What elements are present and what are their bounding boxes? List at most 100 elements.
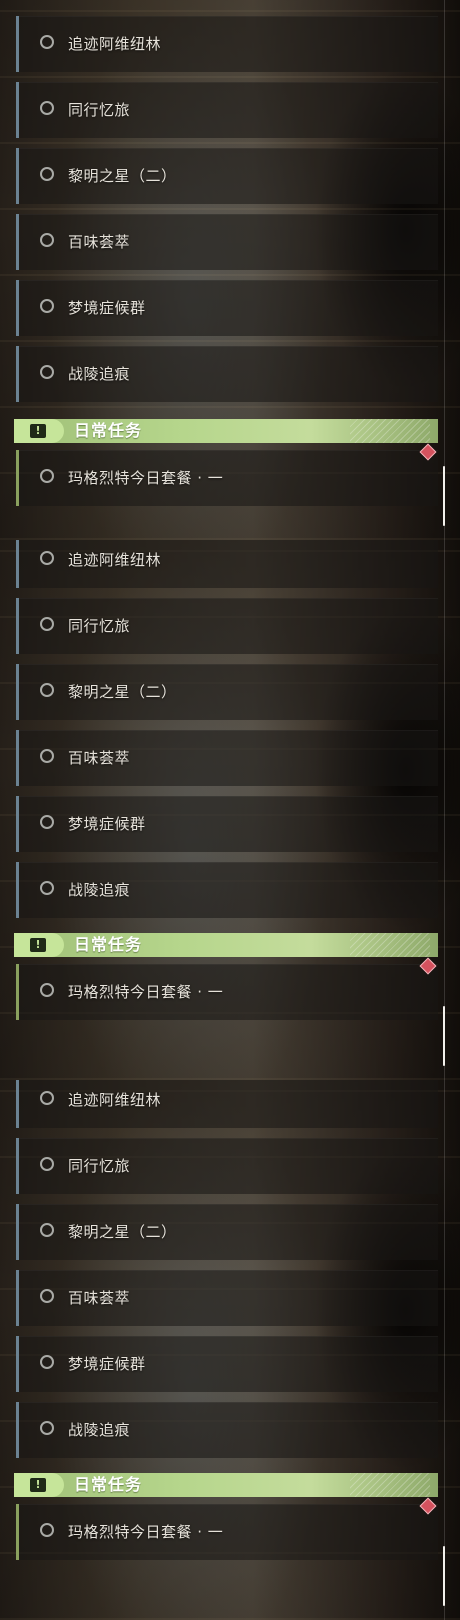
daily-tasks-header[interactable]: ! 日常任务	[14, 933, 438, 957]
quest-accent-bar	[16, 450, 19, 506]
quest-label: 追迹阿维纽林	[68, 551, 162, 569]
daily-quest-item[interactable]: 玛格烈特今日套餐 · 一	[16, 957, 438, 1020]
empty-circle-icon	[40, 815, 54, 829]
quest-label: 同行忆旅	[68, 617, 131, 635]
quest-label: 追迹阿维纽林	[68, 35, 162, 53]
quest-label: 黎明之星（二）	[68, 1223, 177, 1241]
exclamation-icon: !	[30, 424, 46, 438]
quest-accent-bar	[16, 214, 19, 270]
quest-item[interactable]: 百味荟萃	[16, 214, 438, 270]
quest-accent-bar	[16, 280, 19, 336]
quest-label: 玛格烈特今日套餐 · 一	[68, 469, 224, 487]
quest-label: 梦境症候群	[68, 1355, 146, 1373]
diamond-marker-icon	[419, 957, 437, 975]
quest-label: 战陵追痕	[68, 881, 131, 899]
empty-circle-icon	[40, 299, 54, 313]
section-icon-box: !	[14, 419, 64, 443]
quest-accent-bar	[16, 148, 19, 204]
quest-item[interactable]: 同行忆旅	[16, 598, 438, 654]
quest-accent-bar	[16, 540, 19, 588]
quest-list-panel: 追迹阿维纽林 同行忆旅 黎明之星（二） 百味荟萃 梦境症候群 战陵追痕 ! 日常…	[0, 1080, 460, 1620]
quest-item[interactable]: 黎明之星（二）	[16, 1204, 438, 1260]
quest-item[interactable]: 梦境症候群	[16, 796, 438, 852]
empty-circle-icon	[40, 35, 54, 49]
quest-accent-bar	[16, 730, 19, 786]
quest-label: 同行忆旅	[68, 1157, 131, 1175]
empty-circle-icon	[40, 1091, 54, 1105]
section-title: 日常任务	[74, 421, 143, 440]
quest-item[interactable]: 追迹阿维纽林	[16, 540, 438, 588]
quest-label: 黎明之星（二）	[68, 683, 177, 701]
empty-circle-icon	[40, 749, 54, 763]
quest-accent-bar	[16, 964, 19, 1020]
empty-circle-icon	[40, 167, 54, 181]
quest-accent-bar	[16, 346, 19, 402]
header-decoration	[350, 933, 430, 957]
quest-list-panel: 追迹阿维纽林 同行忆旅 黎明之星（二） 百味荟萃 梦境症候群 战陵追痕 ! 日常…	[0, 0, 460, 540]
quest-item[interactable]: 黎明之星（二）	[16, 664, 438, 720]
quest-item[interactable]: 同行忆旅	[16, 82, 438, 138]
scrollbar-thumb[interactable]	[443, 1006, 445, 1066]
quest-item[interactable]: 梦境症候群	[16, 1336, 438, 1392]
quest-label: 玛格烈特今日套餐 · 一	[68, 983, 224, 1001]
scrollbar-track	[444, 0, 445, 540]
header-decoration	[350, 1473, 430, 1497]
header-decoration	[350, 419, 430, 443]
quest-label: 战陵追痕	[68, 365, 131, 383]
daily-tasks-header[interactable]: ! 日常任务	[14, 1473, 438, 1497]
section-icon-box: !	[14, 1473, 64, 1497]
quest-item[interactable]: 战陵追痕	[16, 1402, 438, 1458]
empty-circle-icon	[40, 551, 54, 565]
quest-accent-bar	[16, 1504, 19, 1560]
scrollbar-track	[444, 540, 445, 1080]
empty-circle-icon	[40, 881, 54, 895]
daily-quest-item[interactable]: 玛格烈特今日套餐 · 一	[16, 443, 438, 506]
empty-circle-icon	[40, 617, 54, 631]
quest-item[interactable]: 梦境症候群	[16, 280, 438, 336]
quest-accent-bar	[16, 1336, 19, 1392]
empty-circle-icon	[40, 683, 54, 697]
quest-item[interactable]: 战陵追痕	[16, 862, 438, 918]
quest-item[interactable]: 百味荟萃	[16, 1270, 438, 1326]
quest-list-panel: 追迹阿维纽林 同行忆旅 黎明之星（二） 百味荟萃 梦境症候群 战陵追痕 ! 日常…	[0, 540, 460, 1080]
quest-accent-bar	[16, 1138, 19, 1194]
empty-circle-icon	[40, 1421, 54, 1435]
quest-label: 百味荟萃	[68, 233, 131, 251]
quest-label: 百味荟萃	[68, 1289, 131, 1307]
quest-accent-bar	[16, 664, 19, 720]
empty-circle-icon	[40, 1223, 54, 1237]
quest-accent-bar	[16, 1402, 19, 1458]
empty-circle-icon	[40, 1355, 54, 1369]
empty-circle-icon	[40, 101, 54, 115]
empty-circle-icon	[40, 365, 54, 379]
quest-accent-bar	[16, 1204, 19, 1260]
quest-label: 战陵追痕	[68, 1421, 131, 1439]
quest-label: 同行忆旅	[68, 101, 131, 119]
empty-circle-icon	[40, 233, 54, 247]
exclamation-icon: !	[30, 1478, 46, 1492]
quest-accent-bar	[16, 82, 19, 138]
quest-item[interactable]: 黎明之星（二）	[16, 148, 438, 204]
section-title: 日常任务	[74, 935, 143, 954]
scrollbar-thumb[interactable]	[443, 466, 445, 526]
quest-label: 梦境症候群	[68, 299, 146, 317]
quest-item[interactable]: 追迹阿维纽林	[16, 1080, 438, 1128]
quest-item[interactable]: 战陵追痕	[16, 346, 438, 402]
quest-item[interactable]: 百味荟萃	[16, 730, 438, 786]
quest-item[interactable]: 追迹阿维纽林	[16, 16, 438, 72]
quest-item[interactable]: 同行忆旅	[16, 1138, 438, 1194]
daily-quest-item[interactable]: 玛格烈特今日套餐 · 一	[16, 1497, 438, 1560]
diamond-marker-icon	[419, 443, 437, 461]
scrollbar-thumb[interactable]	[443, 1546, 445, 1606]
quest-accent-bar	[16, 1270, 19, 1326]
daily-tasks-header[interactable]: ! 日常任务	[14, 419, 438, 443]
quest-label: 玛格烈特今日套餐 · 一	[68, 1523, 224, 1541]
quest-label: 梦境症候群	[68, 815, 146, 833]
empty-circle-icon	[40, 1523, 54, 1537]
empty-circle-icon	[40, 1289, 54, 1303]
quest-accent-bar	[16, 598, 19, 654]
empty-circle-icon	[40, 983, 54, 997]
quest-accent-bar	[16, 1080, 19, 1128]
empty-circle-icon	[40, 469, 54, 483]
exclamation-icon: !	[30, 938, 46, 952]
